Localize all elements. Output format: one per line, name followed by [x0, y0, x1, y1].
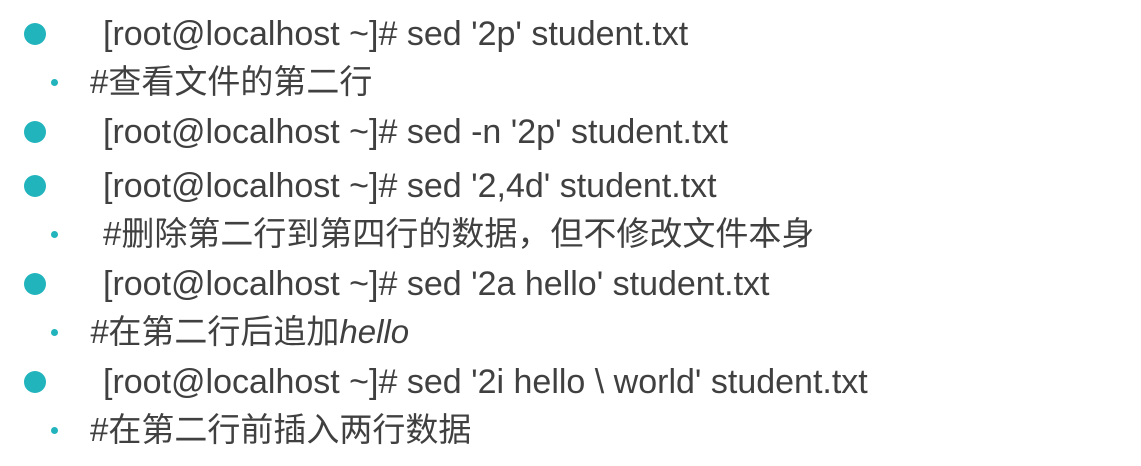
list-item: #在第二行后追加hello	[0, 309, 1141, 357]
sub-bullet-icon	[51, 427, 58, 434]
bullet-icon	[24, 175, 46, 197]
command-text: [root@localhost ~]# sed '2a hello' stude…	[103, 265, 770, 303]
bullet-icon	[24, 371, 46, 393]
command-text: [root@localhost ~]# sed -n '2p' student.…	[103, 113, 728, 151]
bullet-icon	[24, 23, 46, 45]
comment-suffix: hello	[339, 313, 410, 350]
comment-middle: 在第二行后追加	[108, 313, 340, 350]
command-text: [root@localhost ~]# sed '2p' student.txt	[103, 15, 689, 53]
list-item: #在第二行前插入两行数据	[0, 407, 1141, 455]
sub-bullet-icon	[51, 231, 58, 238]
command-text: [root@localhost ~]# sed '2i hello \ worl…	[103, 363, 868, 401]
comment-text: #在第二行前插入两行数据	[90, 411, 472, 448]
list-item: [root@localhost ~]# sed '2i hello \ worl…	[0, 359, 1141, 407]
comment-text: #在第二行后追加hello	[90, 310, 409, 354]
slide: [root@localhost ~]# sed '2p' student.txt…	[0, 0, 1141, 466]
list-item: [root@localhost ~]# sed -n '2p' student.…	[0, 109, 1141, 157]
list-item: [root@localhost ~]# sed '2p' student.txt	[0, 11, 1141, 59]
command-text: [root@localhost ~]# sed '2,4d' student.t…	[103, 167, 717, 205]
list-item: [root@localhost ~]# sed '2a hello' stude…	[0, 261, 1141, 309]
list-item: #查看文件的第二行	[0, 59, 1141, 107]
list-item: [root@localhost ~]# sed '2,4d' student.t…	[0, 163, 1141, 211]
comment-prefix: #	[90, 313, 109, 350]
list-item: #删除第二行到第四行的数据，但不修改文件本身	[0, 211, 1141, 259]
bullet-icon	[24, 273, 46, 295]
bullet-icon	[24, 121, 46, 143]
comment-text: #查看文件的第二行	[90, 63, 373, 100]
sub-bullet-icon	[51, 79, 58, 86]
comment-text: #删除第二行到第四行的数据，但不修改文件本身	[103, 215, 815, 252]
sub-bullet-icon	[51, 329, 58, 336]
